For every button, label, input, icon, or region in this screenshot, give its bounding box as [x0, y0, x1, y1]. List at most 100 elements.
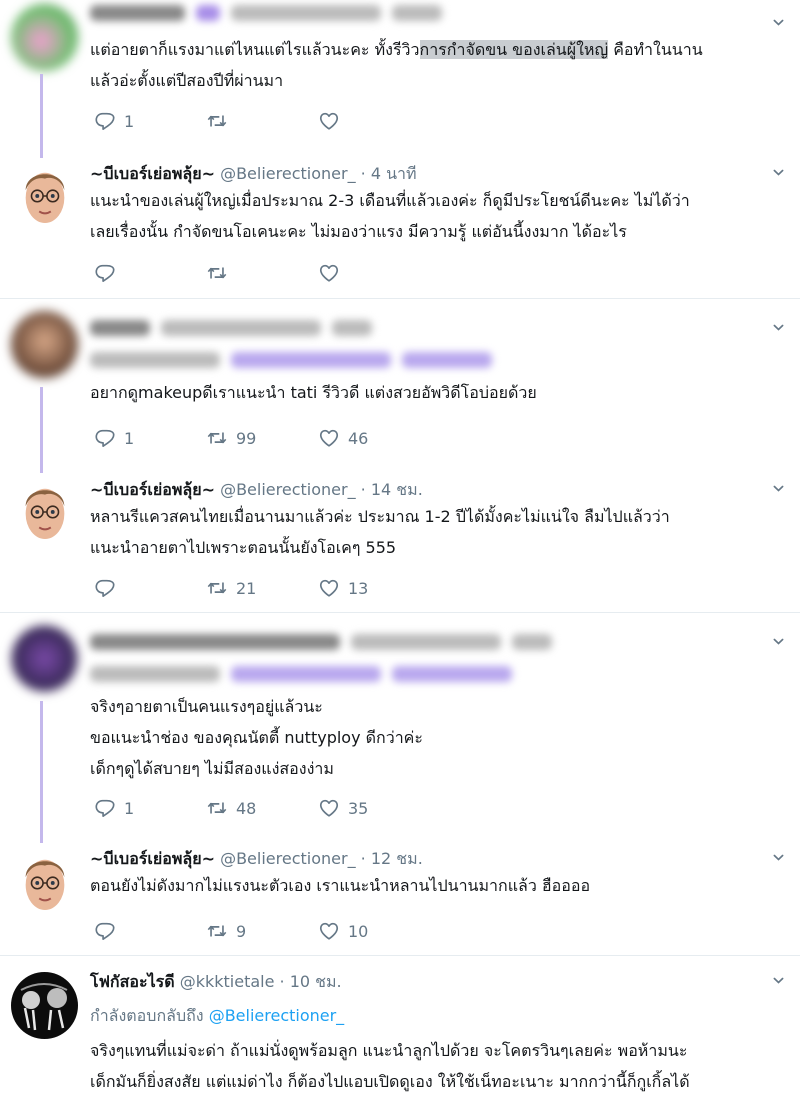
tweet-actions: 1 99 46 — [94, 426, 430, 450]
reply-to-row: กำลังตอบกลับถึง @Belierectioner_ — [90, 1004, 344, 1029]
tweet[interactable]: จริงๆอายตาเป็นคนแรงๆอยู่แล้วนะ ขอแนะนำช่… — [0, 613, 800, 843]
chevron-down-icon[interactable] — [773, 852, 784, 863]
chevron-down-icon[interactable] — [773, 636, 784, 647]
retweet-icon — [206, 920, 228, 942]
thread-line — [40, 387, 43, 473]
author-name — [90, 4, 185, 21]
retweet-button[interactable] — [206, 262, 318, 284]
avatar[interactable] — [11, 972, 78, 1039]
retweet-icon — [206, 577, 228, 599]
retweet-icon — [206, 262, 228, 284]
tweet[interactable]: แต่อายตาก็แรงมาแต่ไหนแต่ไรแล้วนะคะ ทั้งร… — [0, 0, 800, 158]
chevron-down-icon[interactable] — [773, 483, 784, 494]
author-name — [90, 319, 150, 336]
like-button[interactable]: 35 — [318, 797, 430, 819]
author-row — [90, 2, 443, 21]
reply-button[interactable] — [94, 577, 206, 599]
retweet-button[interactable]: 21 — [206, 577, 318, 599]
like-button[interactable] — [318, 262, 430, 284]
like-icon — [318, 110, 340, 132]
retweet-button[interactable]: 48 — [206, 797, 318, 819]
retweet-icon — [206, 797, 228, 819]
reply-icon — [94, 262, 116, 284]
tweet-text: จริงๆอายตาเป็นคนแรงๆอยู่แล้วนะ ขอแนะนำช่… — [90, 697, 423, 778]
retweet-button[interactable]: 99 — [206, 427, 318, 449]
tweet-actions: 1 48 35 — [94, 796, 430, 820]
thread-line — [40, 701, 43, 843]
tweet[interactable]: ~บีเบอร์เย่อพลุ้ย~ @Belierectioner_ · 4 … — [0, 148, 800, 298]
retweet-icon — [206, 110, 228, 132]
like-button[interactable]: 13 — [318, 577, 430, 599]
author-name[interactable]: ~บีเบอร์เย่อพลุ้ย~ — [90, 480, 215, 499]
author-handle[interactable]: @Belierectioner_ — [220, 164, 356, 183]
tweet-text: แนะนำของเล่นผู้ใหญ่เมื่อประมาณ 2-3 เดือน… — [90, 191, 690, 241]
reply-button[interactable] — [94, 920, 206, 942]
author-row — [90, 317, 373, 336]
tweet-actions: 1 — [94, 109, 430, 133]
reply-to-label: กำลังตอบกลับถึง — [90, 1006, 204, 1025]
reply-to-row — [90, 663, 513, 682]
reply-button[interactable]: 1 — [94, 110, 206, 132]
retweet-button[interactable]: 9 — [206, 920, 318, 942]
avatar-image — [20, 983, 68, 1031]
avatar[interactable] — [16, 476, 74, 546]
like-button[interactable] — [318, 110, 430, 132]
author-name[interactable]: ~บีเบอร์เย่อพลุ้ย~ — [90, 164, 215, 183]
reply-button[interactable] — [94, 262, 206, 284]
avatar[interactable] — [11, 4, 78, 71]
tweet-actions: 9 10 — [94, 919, 430, 943]
tweet-text: ตอนยังไม่ดังมากไม่แรงนะตัวเอง เราแนะนำหล… — [90, 876, 591, 895]
chevron-down-icon[interactable] — [773, 17, 784, 28]
tweet-time[interactable]: · 10 ชม. — [280, 972, 342, 991]
chevron-down-icon[interactable] — [773, 322, 784, 333]
author-row — [90, 631, 553, 650]
reply-to-mention[interactable]: @Belierectioner_ — [209, 1006, 345, 1025]
like-icon — [318, 262, 340, 284]
reply-button[interactable]: 1 — [94, 797, 206, 819]
avatar[interactable] — [16, 847, 74, 917]
avatar[interactable] — [16, 160, 74, 230]
tweet-actions: 21 13 — [94, 576, 430, 600]
tweet[interactable]: อยากดูmakeupดีเราแนะนำ tati รีวิวดี แต่ง… — [0, 299, 800, 473]
author-name[interactable]: ~บีเบอร์เย่อพลุ้ย~ — [90, 849, 215, 868]
retweet-button[interactable] — [206, 110, 318, 132]
like-icon — [318, 797, 340, 819]
like-icon — [318, 427, 340, 449]
like-icon — [318, 920, 340, 942]
retweet-icon — [206, 427, 228, 449]
avatar[interactable] — [11, 311, 78, 378]
avatar[interactable] — [11, 625, 78, 692]
tweet[interactable]: ~บีเบอร์เย่อพลุ้ย~ @Belierectioner_ · 14… — [0, 464, 800, 612]
highlighted-text: การกำจัดขน ของเล่นผู้ใหญ่ — [419, 40, 609, 59]
tweet[interactable]: ~บีเบอร์เย่อพลุ้ย~ @Belierectioner_ · 12… — [0, 833, 800, 953]
chevron-down-icon[interactable] — [773, 167, 784, 178]
tweet[interactable]: โฟกัสอะไรดี @kkktietale · 10 ชม. กำลังตอ… — [0, 956, 800, 1099]
tweet-time[interactable]: · 14 ชม. — [361, 480, 423, 499]
reply-icon — [94, 427, 116, 449]
author-handle[interactable]: @Belierectioner_ — [220, 480, 356, 499]
reply-icon — [94, 577, 116, 599]
like-button[interactable]: 46 — [318, 427, 430, 449]
thread-line — [40, 74, 43, 158]
tweet-time[interactable]: · 12 ชม. — [361, 849, 423, 868]
tweet-text: อยากดูmakeupดีเราแนะนำ tati รีวิวดี แต่ง… — [90, 383, 537, 402]
reply-button[interactable]: 1 — [94, 427, 206, 449]
like-button[interactable]: 10 — [318, 920, 430, 942]
tweet-text: หลานรีแควสคนไทยเมื่อนานมาแล้วค่ะ ประมาณ … — [90, 507, 670, 557]
tweet-text: จริงๆแทนที่แม่จะด่า ถ้าแม่นั่งดูพร้อมลูก… — [90, 1041, 690, 1091]
author-name[interactable]: โฟกัสอะไรดี — [90, 972, 175, 991]
tweet-actions — [94, 261, 430, 285]
author-row: โฟกัสอะไรดี @kkktietale · 10 ชม. — [90, 970, 342, 995]
author-handle[interactable]: @kkktietale — [180, 972, 275, 991]
tweet-time[interactable]: · 4 นาที — [361, 164, 417, 183]
reply-to-row — [90, 349, 493, 368]
like-icon — [318, 577, 340, 599]
tweet-text: แต่อายตาก็แรงมาแต่ไหนแต่ไรแล้วนะคะ ทั้งร… — [90, 40, 703, 90]
chevron-down-icon[interactable] — [773, 975, 784, 986]
author-row: ~บีเบอร์เย่อพลุ้ย~ @Belierectioner_ · 4 … — [90, 162, 417, 187]
author-row: ~บีเบอร์เย่อพลุ้ย~ @Belierectioner_ · 14… — [90, 478, 423, 503]
author-handle[interactable]: @Belierectioner_ — [220, 849, 356, 868]
reply-icon — [94, 110, 116, 132]
reply-icon — [94, 920, 116, 942]
author-row: ~บีเบอร์เย่อพลุ้ย~ @Belierectioner_ · 12… — [90, 847, 423, 872]
